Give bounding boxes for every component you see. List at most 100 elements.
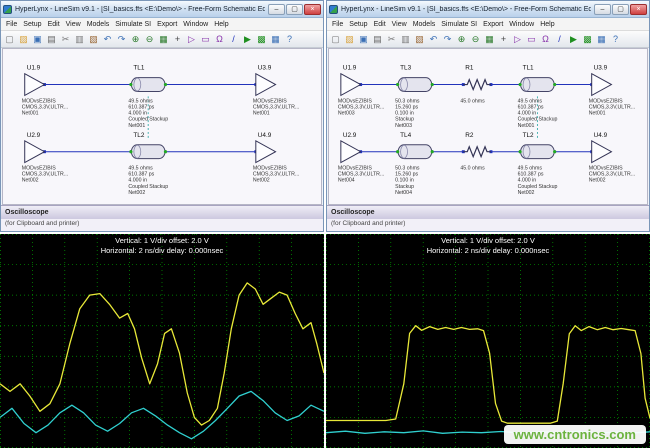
wire-icon[interactable]: / (227, 33, 240, 46)
open-folder-icon[interactable]: ▨ (343, 33, 356, 46)
menu-edit[interactable]: Edit (45, 21, 63, 28)
save-icon[interactable]: ▣ (31, 33, 44, 46)
schematic-canvas[interactable]: U1.9MODvsEZIBISCMOS,3.3V,ULTR...Net003TL… (328, 48, 648, 205)
probe-dot[interactable] (553, 150, 556, 153)
menu-help[interactable]: Help (537, 21, 557, 28)
paste-icon[interactable]: ▧ (413, 33, 426, 46)
buffer-symbol[interactable] (592, 74, 612, 96)
add-resistor-icon[interactable]: Ω (213, 33, 226, 46)
menu-view[interactable]: View (63, 21, 84, 28)
print-icon[interactable]: ▤ (371, 33, 384, 46)
zoom-all-icon[interactable]: ▦ (483, 33, 496, 46)
add-ic-icon[interactable]: ▷ (511, 33, 524, 46)
cut-icon[interactable]: ✂ (59, 33, 72, 46)
buffer-symbol[interactable] (256, 74, 276, 96)
add-tline-icon[interactable]: ▭ (525, 33, 538, 46)
buffer-symbol[interactable] (25, 141, 45, 163)
minimize-button[interactable]: – (594, 4, 611, 15)
save-icon[interactable]: ▣ (357, 33, 370, 46)
probe-dot[interactable] (519, 83, 522, 86)
resistor-symbol[interactable] (463, 80, 491, 90)
tline-symbol[interactable] (131, 78, 165, 92)
schematic-canvas[interactable]: U1.9MODvsEZIBISCMOS,3.3V,ULTR...Net001 TL… (2, 48, 322, 205)
component-TL2[interactable]: TL249.5 ohms610.387 ps4.000 inCoupled St… (518, 132, 558, 196)
maximize-button[interactable]: ▢ (286, 4, 303, 15)
probe-dot[interactable] (431, 83, 434, 86)
add-tline-icon[interactable]: ▭ (199, 33, 212, 46)
tline-symbol[interactable] (131, 145, 165, 159)
component-U2.9[interactable]: U2.9MODvsEZIBISCMOS,3.3V,ULTR...Net004 (338, 132, 384, 184)
wire-icon[interactable]: / (553, 33, 566, 46)
menu-window[interactable]: Window (506, 21, 537, 28)
help-icon[interactable]: ? (283, 33, 296, 46)
run-simulation-icon[interactable]: ▶ (241, 33, 254, 46)
component-U1.9[interactable]: U1.9MODvsEZIBISCMOS,3.3V,ULTR...Net001 (22, 65, 68, 117)
component-U3.9[interactable]: U3.9MODvsEZIBISCMOS,3.3V,ULTR...Net001 (253, 65, 299, 117)
menu-models[interactable]: Models (410, 21, 439, 28)
buffer-symbol[interactable] (592, 141, 612, 163)
undo-icon[interactable]: ↶ (101, 33, 114, 46)
tline-symbol[interactable] (521, 145, 555, 159)
oscilloscope-panel-titlebar[interactable]: Oscilloscope (327, 205, 649, 219)
tline-symbol[interactable] (398, 145, 432, 159)
window-titlebar[interactable]: HyperLynx - LineSim v9.1 - [SI_basics.ff… (327, 1, 649, 18)
component-TL4[interactable]: TL450.3 ohms15.260 ps0.100 inStackupNet0… (395, 132, 434, 196)
close-button[interactable]: × (304, 4, 321, 15)
new-file-icon[interactable]: ▢ (329, 33, 342, 46)
buffer-symbol[interactable] (256, 141, 276, 163)
probe-dot[interactable] (129, 83, 132, 86)
menu-export[interactable]: Export (154, 21, 180, 28)
component-U1.9[interactable]: U1.9MODvsEZIBISCMOS,3.3V,ULTR...Net003 (338, 65, 384, 117)
oscilloscope-panel-titlebar[interactable]: Oscilloscope (1, 205, 323, 219)
crosshair-icon[interactable]: + (171, 33, 184, 46)
zoom-all-icon[interactable]: ▦ (157, 33, 170, 46)
menu-models[interactable]: Models (84, 21, 113, 28)
zoom-out-icon[interactable]: ⊖ (143, 33, 156, 46)
print-icon[interactable]: ▤ (45, 33, 58, 46)
menu-file[interactable]: File (3, 21, 20, 28)
component-U4.9[interactable]: U4.9MODvsEZIBISCMOS,3.3V,ULTR...Net002 (253, 132, 299, 184)
menu-simulate-si[interactable]: Simulate SI (438, 21, 480, 28)
resistor-symbol[interactable] (463, 147, 491, 157)
add-resistor-icon[interactable]: Ω (539, 33, 552, 46)
spreadsheet-icon[interactable]: ▦ (595, 33, 608, 46)
probe-dot[interactable] (431, 150, 434, 153)
menu-view[interactable]: View (389, 21, 410, 28)
probe-dot[interactable] (396, 150, 399, 153)
help-icon[interactable]: ? (609, 33, 622, 46)
spreadsheet-icon[interactable]: ▦ (269, 33, 282, 46)
component-R1[interactable]: R145.0 ohms (460, 65, 491, 105)
new-file-icon[interactable]: ▢ (3, 33, 16, 46)
undo-icon[interactable]: ↶ (427, 33, 440, 46)
menu-export[interactable]: Export (480, 21, 506, 28)
menu-window[interactable]: Window (180, 21, 211, 28)
oscilloscope-icon[interactable]: ▩ (581, 33, 594, 46)
component-TL2[interactable]: TL249.5 ohms610.387 ps4.000 inCoupled St… (128, 132, 168, 196)
component-U3.9[interactable]: U3.9MODvsEZIBISCMOS,3.3V,ULTR...Net001 (589, 65, 635, 117)
buffer-symbol[interactable] (25, 74, 45, 96)
redo-icon[interactable]: ↷ (441, 33, 454, 46)
run-simulation-icon[interactable]: ▶ (567, 33, 580, 46)
component-U2.9[interactable]: U2.9MODvsEZIBISCMOS,3.3V,ULTR...Net002 (22, 132, 68, 184)
window-titlebar[interactable]: HyperLynx - LineSim v9.1 - [SI_basics.ff… (1, 1, 323, 18)
crosshair-icon[interactable]: + (497, 33, 510, 46)
component-TL3[interactable]: TL350.3 ohms15.260 ps0.100 inStackupNet0… (395, 65, 434, 129)
zoom-in-icon[interactable]: ⊕ (129, 33, 142, 46)
cut-icon[interactable]: ✂ (385, 33, 398, 46)
menu-edit[interactable]: Edit (371, 21, 389, 28)
zoom-in-icon[interactable]: ⊕ (455, 33, 468, 46)
menu-file[interactable]: File (329, 21, 346, 28)
close-button[interactable]: × (630, 4, 647, 15)
probe-dot[interactable] (164, 83, 167, 86)
probe-dot[interactable] (129, 150, 132, 153)
probe-dot[interactable] (396, 83, 399, 86)
menu-help[interactable]: Help (211, 21, 231, 28)
add-ic-icon[interactable]: ▷ (185, 33, 198, 46)
tline-symbol[interactable] (398, 78, 432, 92)
menu-setup[interactable]: Setup (20, 21, 44, 28)
menu-setup[interactable]: Setup (346, 21, 370, 28)
zoom-out-icon[interactable]: ⊖ (469, 33, 482, 46)
copy-icon[interactable]: ▥ (399, 33, 412, 46)
redo-icon[interactable]: ↷ (115, 33, 128, 46)
paste-icon[interactable]: ▧ (87, 33, 100, 46)
